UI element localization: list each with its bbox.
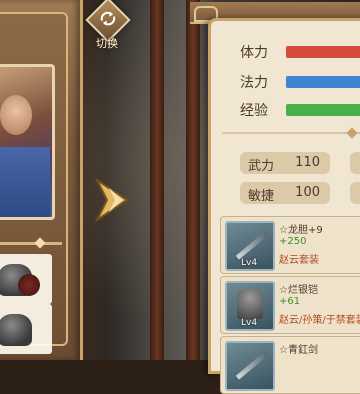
section-divider (222, 132, 360, 134)
item-level: Lv4 (241, 258, 258, 268)
stat-label: 法力 (240, 75, 268, 91)
stat-label: 体力 (240, 45, 268, 61)
attr-agility: 敏捷 100 (240, 182, 330, 204)
hero-portrait[interactable] (0, 64, 55, 220)
soldier-icon (0, 314, 32, 346)
background-pillar (150, 0, 164, 360)
background-pillar (186, 0, 200, 360)
item-set: 赵云套装 (279, 255, 319, 266)
next-arrow-icon[interactable] (93, 178, 131, 222)
equipment-card[interactable]: Lv4 ☆烂银铠 +61 赵云/孙策/于禁套装 (220, 276, 360, 334)
attr-value: 110 (295, 155, 320, 170)
attr-value: 100 (295, 185, 320, 200)
stat-label: 经验 (240, 103, 268, 119)
attr-strength: 武力 110 (240, 152, 330, 174)
exp-bar (286, 104, 360, 116)
attr-name: 武力 (248, 159, 275, 174)
item-bonus: +61 (279, 296, 301, 307)
troop-slot-2[interactable] (0, 304, 52, 354)
sword-icon (225, 341, 275, 391)
item-name: ☆龙胆+9 (279, 225, 323, 236)
hero-frame (0, 12, 68, 354)
item-level: Lv4 (241, 318, 258, 328)
item-set: 赵云/孙策/于禁套装 (279, 315, 360, 326)
attr-stub (350, 152, 360, 174)
hero-panel (0, 0, 83, 360)
attr-stub (350, 182, 360, 204)
horse-icon (18, 274, 40, 296)
switch-label: 切换 (96, 37, 118, 50)
armor-icon: Lv4 (225, 281, 275, 331)
switch-button[interactable]: 切换 (84, 0, 132, 50)
item-name: ☆烂银铠 (279, 285, 318, 296)
troop-slot-1[interactable] (0, 254, 52, 304)
equipment-card[interactable]: ☆青釭剑 (220, 336, 360, 394)
attr-name: 敏捷 (248, 189, 275, 204)
spear-icon: Lv4 (225, 221, 275, 271)
item-bonus: +250 (279, 236, 307, 247)
panel-divider (0, 242, 62, 245)
equipment-card[interactable]: Lv4 ☆龙胆+9 +250 赵云套装 (220, 216, 360, 274)
hero-face (0, 95, 32, 135)
hp-bar (286, 46, 360, 58)
hero-armor (0, 147, 50, 217)
mp-bar (286, 76, 360, 88)
item-name: ☆青釭剑 (279, 345, 318, 356)
